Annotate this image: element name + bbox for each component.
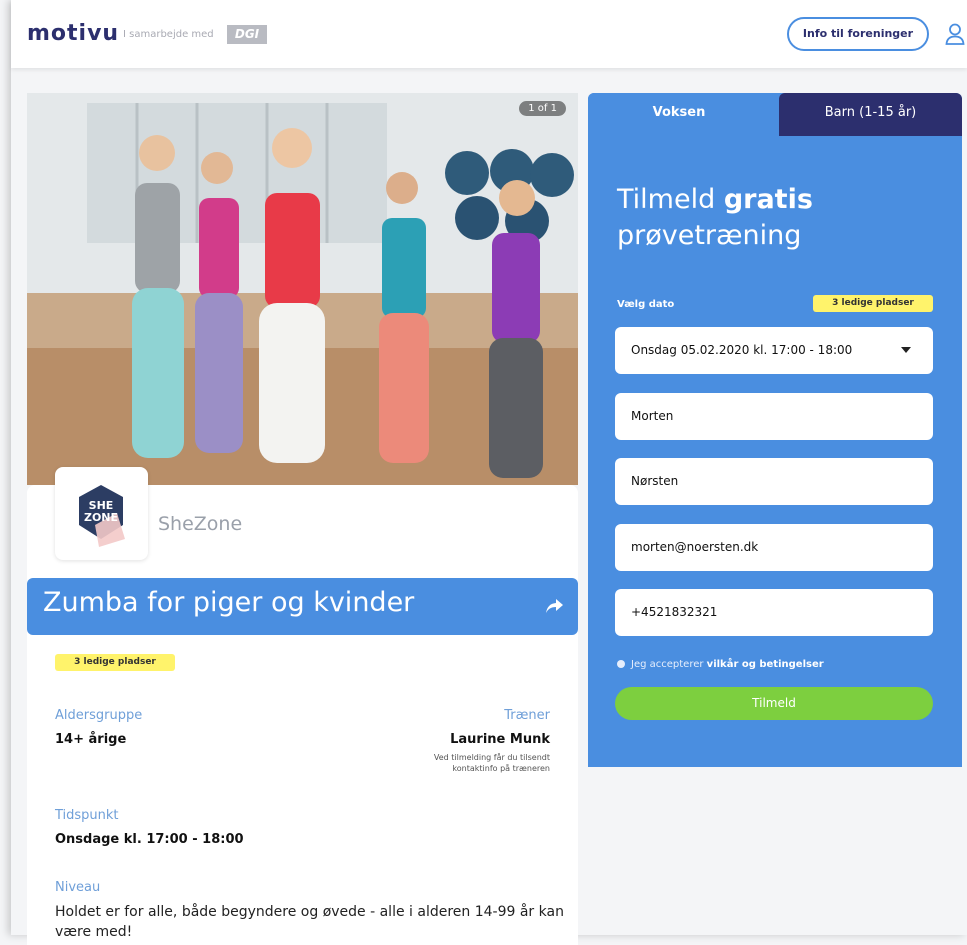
- shezone-logo-icon: SHE ZONE: [79, 485, 125, 547]
- phone-field[interactable]: +4521832321: [615, 589, 933, 636]
- level-label: Niveau: [55, 880, 101, 895]
- age-value: 14+ årige: [55, 732, 127, 747]
- event-card: SHE ZONE SheZone Zumba for piger og kvin…: [27, 467, 578, 945]
- info-for-clubs-button[interactable]: Info til foreninger: [787, 17, 929, 51]
- event-title: Zumba for piger og kvinder: [43, 587, 415, 618]
- terms-link[interactable]: vilkår og betingelser: [707, 659, 824, 670]
- last-name-field[interactable]: Nørsten: [615, 458, 933, 505]
- club-name[interactable]: SheZone: [158, 513, 242, 535]
- logo-text-zone: ZONE: [84, 511, 118, 524]
- age-label: Aldersgruppe: [55, 708, 143, 723]
- trainer-name: Laurine Munk: [450, 732, 550, 747]
- time-value: Onsdage kl. 17:00 - 18:00: [55, 832, 244, 847]
- time-label: Tidspunkt: [55, 808, 119, 823]
- spots-badge: 3 ledige pladser: [55, 654, 175, 671]
- event-photo[interactable]: 1 of 1: [27, 93, 578, 485]
- date-label: Vælg dato: [617, 299, 675, 310]
- trainer-note-2: kontaktinfo på træneren: [452, 764, 550, 773]
- signup-title: Tilmeld gratis prøvetræning: [617, 182, 813, 254]
- radio-icon[interactable]: [617, 660, 625, 668]
- user-icon[interactable]: [945, 23, 965, 45]
- top-header: motivu I samarbejde med DGI Info til for…: [11, 0, 967, 68]
- signup-panel: Barn (1-15 år) Voksen Tilmeld gratis prø…: [588, 93, 962, 767]
- dgi-logo: DGI: [227, 25, 267, 44]
- partner-text: I samarbejde med: [123, 29, 214, 40]
- dancers-illustration: [27, 93, 578, 485]
- gallery-counter: 1 of 1: [519, 101, 566, 116]
- first-name-field[interactable]: Morten: [615, 393, 933, 440]
- page: motivu I samarbejde med DGI Info til for…: [11, 0, 967, 945]
- club-logo: SHE ZONE: [55, 467, 148, 560]
- share-icon[interactable]: [544, 596, 564, 616]
- trainer-note-1: Ved tilmelding får du tilsendt: [433, 753, 550, 762]
- email-field[interactable]: morten@noersten.dk: [615, 524, 933, 571]
- trainer-label: Træner: [504, 708, 550, 723]
- signup-title-prefix: Tilmeld: [617, 184, 716, 215]
- accept-terms[interactable]: Jeg accepterer vilkår og betingelser: [617, 659, 824, 670]
- level-text-line-2: være med!: [55, 924, 133, 940]
- signup-spots-badge: 3 ledige pladser: [813, 295, 933, 312]
- submit-button[interactable]: Tilmeld: [615, 687, 933, 720]
- tab-adult[interactable]: Voksen: [588, 93, 770, 136]
- tab-child[interactable]: Barn (1-15 år): [779, 93, 962, 136]
- accept-prefix: Jeg accepterer: [631, 659, 704, 670]
- date-select[interactable]: Onsdag 05.02.2020 kl. 17:00 - 18:00: [615, 327, 933, 374]
- caret-down-icon: [901, 347, 911, 353]
- date-select-value: Onsdag 05.02.2020 kl. 17:00 - 18:00: [631, 343, 853, 357]
- signup-title-bold: gratis: [723, 184, 813, 215]
- signup-title-line2: prøvetræning: [617, 220, 802, 251]
- event-title-bar: Zumba for piger og kvinder: [27, 578, 578, 635]
- motivu-logo[interactable]: motivu: [27, 21, 119, 46]
- level-text-line-1: Holdet er for alle, både begyndere og øv…: [55, 904, 564, 920]
